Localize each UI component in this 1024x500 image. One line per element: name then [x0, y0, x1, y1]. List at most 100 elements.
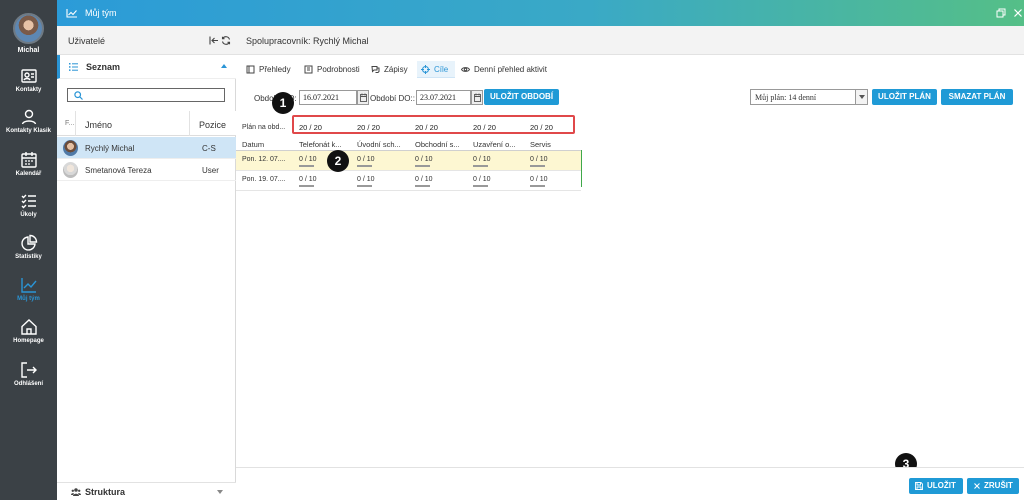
- nav-item-homepage[interactable]: Homepage: [0, 318, 57, 358]
- nav-item-logout[interactable]: Odhlášení: [0, 361, 57, 401]
- close-icon[interactable]: [1013, 8, 1023, 18]
- window-restore-icon[interactable]: [996, 8, 1006, 18]
- goal-value-cell[interactable]: 0 / 10: [415, 156, 433, 163]
- calendar-icon: [474, 93, 481, 102]
- tasks-icon: [21, 194, 36, 209]
- column-header-position[interactable]: Pozice: [199, 120, 226, 130]
- goal-value-cell[interactable]: 0 / 10: [473, 156, 491, 163]
- goal-value-cell[interactable]: 0 / 10: [473, 176, 491, 183]
- goal-value-cell[interactable]: 0 / 10: [530, 176, 548, 183]
- table-row[interactable]: Pon. 12. 07.... 0 / 10 0 / 10 0 / 10 0 /…: [236, 151, 581, 171]
- goal-value-cell[interactable]: 0 / 10: [299, 176, 317, 183]
- team-chart-icon: [20, 278, 37, 293]
- nav-item-my-team[interactable]: Můj tým: [0, 276, 57, 316]
- grid-header-business-meeting[interactable]: Obchodní s...: [415, 140, 460, 149]
- main-panel: Spolupracovník: Rychlý Michal Přehledy P…: [236, 26, 1024, 500]
- callout-highlight-box: [292, 115, 575, 134]
- tab-daily-activity[interactable]: Denní přehled aktivit: [461, 61, 561, 78]
- grid-header-closing[interactable]: Uzavření o...: [473, 140, 516, 149]
- grid-header-row: Datum Telefonát k... Úvodní sch... Obcho…: [236, 138, 581, 151]
- goal-value-cell[interactable]: 0 / 10: [357, 156, 375, 163]
- period-from-input[interactable]: 16.07.2021: [299, 90, 357, 105]
- user-name: Michal: [17, 47, 40, 54]
- logout-icon: [20, 362, 37, 378]
- page-title: Spolupracovník: Rychlý Michal: [246, 36, 369, 46]
- tab-bar: Přehledy Podrobnosti Zápisy Cíle Denní p…: [236, 59, 1024, 78]
- plan-row-label: Plán na obd...: [242, 124, 286, 131]
- grid-header-intro-meeting[interactable]: Úvodní sch...: [357, 140, 401, 149]
- person-icon: [21, 109, 36, 125]
- grid-header-service[interactable]: Servis: [530, 140, 551, 149]
- progress-bar: [415, 185, 430, 187]
- avatar[interactable]: [13, 13, 44, 44]
- nav-item-tasks[interactable]: Úkoly: [0, 192, 57, 232]
- list-icon: [69, 63, 78, 71]
- contacts-icon: [20, 69, 37, 83]
- plan-select-value: Můj plán: 14 denní: [755, 93, 817, 102]
- bottom-action-bar: ULOŽIT ZRUŠIT: [236, 467, 1024, 500]
- user-avatar: [63, 140, 78, 156]
- goal-value-cell[interactable]: 0 / 10: [357, 176, 375, 183]
- refresh-icon[interactable]: [221, 36, 231, 45]
- progress-bar: [357, 185, 372, 187]
- close-icon: [974, 483, 980, 489]
- row-date: Pon. 12. 07....: [242, 156, 286, 163]
- user-row[interactable]: Smetanová Tereza User: [57, 159, 236, 181]
- user-search-input[interactable]: [67, 88, 225, 102]
- grid-header-phone-call[interactable]: Telefonát k...: [299, 140, 342, 149]
- column-divider: [75, 111, 76, 136]
- period-from-calendar-button[interactable]: [357, 90, 369, 105]
- delete-plan-button[interactable]: SMAZAT PLÁN: [941, 89, 1013, 105]
- table-row[interactable]: Pon. 19. 07.... 0 / 10 0 / 10 0 / 10 0 /…: [236, 171, 581, 191]
- home-icon: [20, 319, 37, 335]
- callout-badge-2: 2: [327, 150, 349, 172]
- plan-select-dropdown[interactable]: [855, 90, 867, 104]
- target-icon: [421, 65, 430, 74]
- user-name-cell: Smetanová Tereza: [85, 166, 152, 175]
- tab-notes[interactable]: Zápisy: [371, 61, 419, 78]
- users-panel-title: Uživatelé: [68, 36, 106, 46]
- save-plan-button[interactable]: ULOŽIT PLÁN: [872, 89, 937, 105]
- goal-value-cell[interactable]: 0 / 10: [415, 176, 433, 183]
- collapse-left-icon[interactable]: [209, 36, 219, 45]
- column-header-name[interactable]: Jméno: [85, 120, 112, 130]
- team-chart-icon: [66, 9, 77, 18]
- pie-chart-icon: [20, 234, 37, 251]
- user-row[interactable]: Rychlý Michal C-S: [57, 137, 236, 159]
- users-panel-header: Uživatelé: [57, 26, 236, 55]
- tab-details[interactable]: Podrobnosti: [304, 61, 366, 78]
- goal-value-cell[interactable]: 0 / 10: [299, 156, 317, 163]
- row-date: Pon. 19. 07....: [242, 176, 286, 183]
- section-list-toggle[interactable]: Seznam: [57, 55, 236, 79]
- nav-item-contacts[interactable]: Kontakty: [0, 67, 57, 107]
- app-window: Michal Kontakty Kontakty Klasik Kalendář…: [0, 0, 1024, 500]
- goal-value-cell[interactable]: 0 / 10: [530, 156, 548, 163]
- plan-select[interactable]: Můj plán: 14 denní: [750, 89, 868, 105]
- cancel-button[interactable]: ZRUŠIT: [967, 478, 1019, 494]
- user-avatar: [63, 162, 78, 178]
- window-title: Můj tým: [85, 8, 117, 18]
- progress-bar: [473, 165, 488, 167]
- nav-item-statistics[interactable]: Statistiky: [0, 234, 57, 274]
- user-position-cell: C-S: [202, 144, 216, 153]
- save-button[interactable]: ULOŽIT: [909, 478, 963, 494]
- users-panel: Uživatelé Seznam F... Jméno Pozice Rychl…: [57, 26, 236, 500]
- details-icon: [304, 65, 313, 74]
- tab-goals[interactable]: Cíle: [417, 61, 455, 78]
- progress-bar: [299, 165, 314, 167]
- section-structure-toggle[interactable]: Struktura: [57, 482, 236, 500]
- period-to-calendar-button[interactable]: [471, 90, 483, 105]
- top-bar: Můj tým: [57, 0, 1024, 26]
- chevron-down-icon: [217, 490, 223, 494]
- grid-header-date[interactable]: Datum: [242, 140, 264, 149]
- users-table-header: F... Jméno Pozice: [57, 111, 236, 136]
- user-name-cell: Rychlý Michal: [85, 144, 135, 153]
- tab-overview[interactable]: Přehledy: [246, 61, 304, 78]
- period-to-input[interactable]: 23.07.2021: [416, 90, 471, 105]
- nav-item-contacts-classic[interactable]: Kontakty Klasik: [0, 108, 57, 148]
- column-divider: [189, 111, 190, 136]
- column-header-f[interactable]: F...: [65, 120, 74, 127]
- save-period-button[interactable]: ULOŽIT OBDOBÍ: [484, 89, 559, 105]
- chevron-up-icon: [221, 64, 227, 68]
- nav-item-calendar[interactable]: Kalendář: [0, 151, 57, 191]
